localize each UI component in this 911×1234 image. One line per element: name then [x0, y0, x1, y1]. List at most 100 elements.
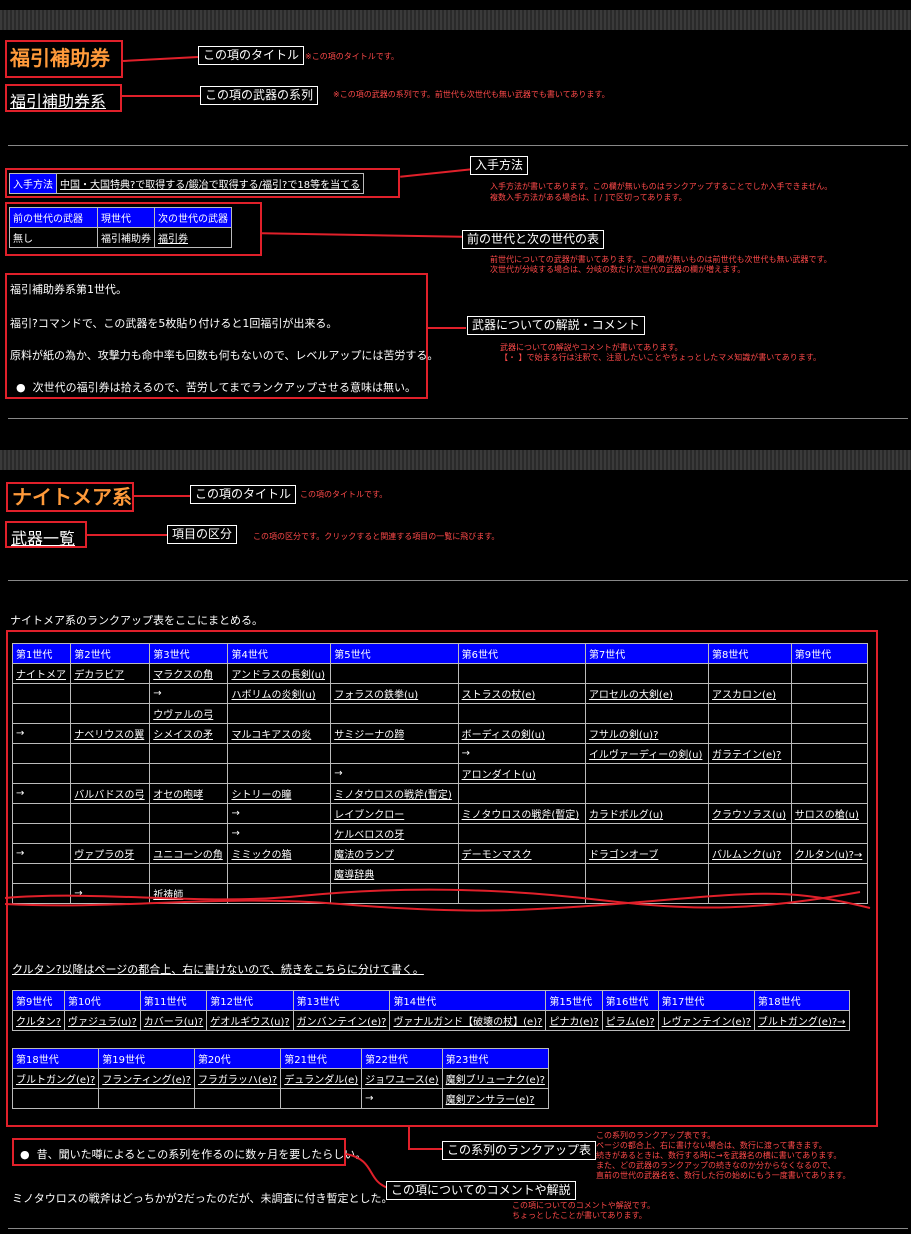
- rank-header-cell: 第16世代: [601, 990, 659, 1011]
- rank-cell[interactable]: クラウソラス(u): [708, 803, 792, 824]
- rank-cell[interactable]: シメイスの矛: [149, 723, 229, 744]
- rank-cell[interactable]: デーモンマスク: [457, 843, 586, 864]
- rank-cell[interactable]: マラクスの角: [149, 663, 229, 684]
- note-rank-line: この系列のランクアップ表です。: [596, 1131, 716, 1140]
- rank-cell[interactable]: ナイトメア: [11, 663, 72, 684]
- rank-cell[interactable]: フォラスの鉄拳(u): [330, 683, 459, 704]
- rank-cell[interactable]: ナベリウスの翼: [70, 723, 151, 744]
- rank-cell[interactable]: レイブンクロー: [330, 803, 459, 824]
- rank-cell[interactable]: イルヴァーディーの剣(u): [584, 743, 710, 764]
- rank-cell[interactable]: ゲオルギウス(u)?: [206, 1010, 294, 1031]
- rank-cell: [11, 683, 72, 704]
- label-series: この項の武器の系列: [200, 86, 319, 105]
- rank-cell[interactable]: ヴァジュラ(u)?: [64, 1010, 141, 1031]
- rank-cell: [790, 723, 869, 744]
- rank-header-cell: 第4世代: [227, 643, 332, 664]
- connector-line: [400, 168, 472, 178]
- rank-cell[interactable]: デカラビア: [70, 663, 151, 684]
- acquisition-methods[interactable]: 中国・大国特典?で取得する/鍛冶で取得する/福引?で18等を当てる: [55, 173, 365, 194]
- continuation-line[interactable]: クルタン?以降はページの都合上、右に書けないので、続きをこちらに分けて書く。: [12, 963, 424, 976]
- connector-line: [134, 495, 190, 497]
- rank-cell[interactable]: ストラスの杖(e): [457, 683, 586, 704]
- rank-cell[interactable]: アロンダイト(u): [457, 763, 586, 784]
- rank-header-cell: 第22世代: [361, 1048, 443, 1069]
- rank-cell[interactable]: ブルトガング(e)?→: [753, 1010, 850, 1031]
- rank-header-cell: 第3世代: [149, 643, 229, 664]
- table-row: → バルバドスの弓 オセの咆哮 シトリーの瞳 ミノタウロスの戦斧(暫定): [11, 783, 869, 804]
- rank-cell[interactable]: クルタン(u)?→: [790, 843, 869, 864]
- rank-cell[interactable]: アスカロン(e): [708, 683, 792, 704]
- rank-cell[interactable]: ウヴァルの弓: [149, 703, 229, 724]
- rank-cell[interactable]: アンドラスの長剣(u): [227, 663, 332, 684]
- rank-cell[interactable]: ケルベロスの牙: [330, 823, 459, 844]
- rank-header-cell: 第2世代: [70, 643, 151, 664]
- rank-cell: [149, 823, 229, 844]
- label-generation: 前の世代と次の世代の表: [462, 230, 605, 249]
- comment-bullet-text: 昔、聞いた噂によるとこの系列を作るのに数ヶ月を要したらしい。: [36, 1148, 367, 1161]
- rank-cell[interactable]: ピラム(e)?: [601, 1010, 659, 1031]
- gen-next-link[interactable]: 福引券: [154, 227, 232, 248]
- note-acquisition-2: 複数入手方法がある場合は、[ / ]で区切ってあります。: [490, 193, 687, 202]
- rank-cell[interactable]: 魔剣ブリューナク(e)?: [441, 1068, 549, 1089]
- rank-cell[interactable]: フラガラッハ(e)?: [193, 1068, 282, 1089]
- rank-cell: [330, 743, 459, 764]
- rank-cell[interactable]: マルコキアスの炎: [227, 723, 332, 744]
- rank-cell: [227, 743, 332, 764]
- rank-cell[interactable]: クルタン?: [11, 1010, 66, 1031]
- rank-cell: →: [227, 803, 332, 824]
- rank-cell: [457, 663, 586, 684]
- continuation-text: クルタン?以降はページの都合上、右に書けないので、続きをこちらに分けて書く。: [12, 961, 424, 977]
- rank-cell[interactable]: シトリーの瞳: [227, 783, 332, 804]
- rank-cell[interactable]: バルバドスの弓: [70, 783, 151, 804]
- rank-cell[interactable]: ミミックの箱: [227, 843, 332, 864]
- rank-cell[interactable]: ヴァナルガンド【破壊の杖】(e)?: [389, 1010, 547, 1031]
- connector-line: [122, 56, 199, 62]
- rank-cell[interactable]: サロスの槍(u): [790, 803, 869, 824]
- rank-header-cell: 第18世代: [11, 1048, 100, 1069]
- rank-cell[interactable]: カラドボルグ(u): [584, 803, 710, 824]
- rank-cell[interactable]: ミノタウロスの戦斧(暫定): [330, 783, 459, 804]
- rank-cell[interactable]: カバーラ(u)?: [139, 1010, 208, 1031]
- rank-cell: [790, 683, 869, 704]
- rank-cell[interactable]: フサルの剣(u)?: [584, 723, 710, 744]
- rank-cell[interactable]: レヴァンテイン(e)?: [657, 1010, 755, 1031]
- rank-cell: [708, 723, 792, 744]
- rank-cell[interactable]: アロセルの大剣(e): [584, 683, 710, 704]
- rank-header-cell: 第15世代: [545, 990, 603, 1011]
- rank-cell[interactable]: ユニコーンの角: [149, 843, 229, 864]
- rank-cell[interactable]: ドラゴンオーブ: [584, 843, 710, 864]
- gen-header-current: 現世代: [97, 207, 155, 228]
- rank-cell[interactable]: ヴァプラの牙: [70, 843, 151, 864]
- divider: [8, 580, 908, 581]
- rank-cell[interactable]: オセの咆哮: [149, 783, 229, 804]
- category-link[interactable]: 武器一覧: [11, 525, 75, 549]
- rank-header-cell: 第10代: [64, 990, 141, 1011]
- divider: [8, 418, 908, 419]
- rank-cell[interactable]: 魔剣アンサラー(e)?: [441, 1088, 549, 1109]
- rank-cell[interactable]: ミノタウロスの戦斧(暫定): [457, 803, 586, 824]
- note-comment-2: ちょっとしたことが書いてあります。: [512, 1211, 647, 1220]
- connector-line: [408, 1127, 410, 1149]
- rank-cell: [149, 803, 229, 824]
- rank-cell[interactable]: ボーディスの剣(u): [457, 723, 586, 744]
- rank-cell: [790, 663, 869, 684]
- connector-line: [87, 534, 167, 536]
- rank-cell: [790, 783, 869, 804]
- rank-cell[interactable]: デュランダル(e): [280, 1068, 363, 1089]
- table-row: ナイトメア デカラビア マラクスの角 アンドラスの長剣(u): [11, 663, 869, 684]
- rank-cell[interactable]: フランティング(e)?: [98, 1068, 195, 1089]
- rank-cell[interactable]: ガンバンテイン(e)?: [292, 1010, 391, 1031]
- rank-cell[interactable]: ハボリムの炎剣(u): [227, 683, 332, 704]
- rank-cell: [790, 763, 869, 784]
- series-link[interactable]: 福引補助券系: [10, 88, 106, 112]
- connector-line: [408, 1148, 442, 1150]
- rank-cell[interactable]: 魔法のランプ: [330, 843, 459, 864]
- note-description-1: 武器についての解説やコメントが書いてあります。: [500, 343, 683, 352]
- rank-cell[interactable]: ピナカ(e)?: [545, 1010, 603, 1031]
- rank-cell[interactable]: ジョワユース(e): [361, 1068, 443, 1089]
- rank-cell[interactable]: ブルトガング(e)?: [11, 1068, 100, 1089]
- rank-cell: [708, 763, 792, 784]
- rank-cell[interactable]: サミジーナの蹄: [330, 723, 459, 744]
- rank-cell[interactable]: ガラテイン(e)?: [708, 743, 792, 764]
- rank-cell[interactable]: バルムンク(u)?: [708, 843, 792, 864]
